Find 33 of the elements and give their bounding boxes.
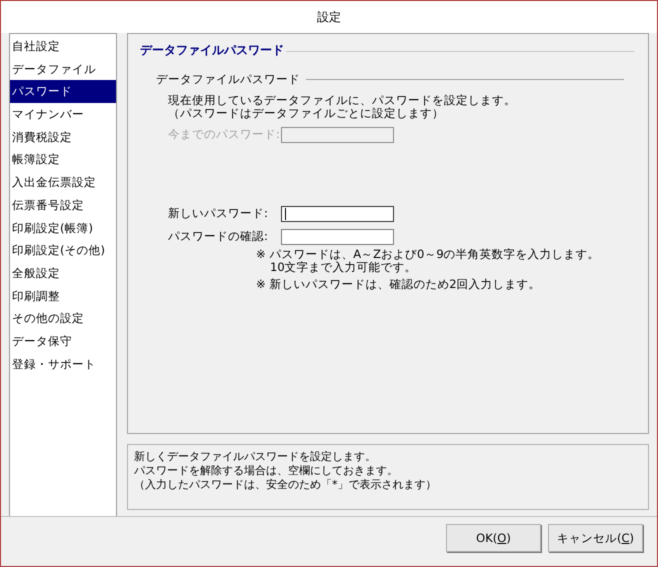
sidebar-item[interactable]: データファイル: [10, 58, 116, 80]
field-label: 新しいパスワード:: [168, 206, 269, 221]
input-field[interactable]: [281, 206, 394, 222]
info-text: パスワードを解除する場合は、空欄にしておきます。: [134, 464, 399, 478]
sidebar-item[interactable]: データ保守: [10, 330, 116, 353]
description-text: （パスワードはデータファイルごとに設定します）: [168, 107, 445, 120]
sidebar-item[interactable]: マイナンバー: [10, 103, 116, 126]
note-text: ※ パスワードは、A～Zおよび0～9の半角英数字を入力します。: [256, 248, 601, 261]
sidebar-item[interactable]: 伝票番号設定: [10, 194, 116, 216]
dialog-button[interactable]: キャンセル(C): [548, 524, 643, 552]
note-text: 10文字まで入力可能です。: [269, 261, 418, 274]
window-title: 設定: [317, 8, 341, 26]
description-text: 現在使用しているデータファイルに、パスワードを設定します。: [168, 94, 517, 107]
info-text: 新しくデータファイルパスワードを設定します。: [134, 450, 377, 464]
section-title: データファイルパスワード: [156, 72, 300, 87]
sidebar-item[interactable]: その他の設定: [10, 307, 116, 330]
field-label: 今までのパスワード:: [168, 127, 281, 142]
info-text: （入力したパスワードは、安全のため「*」で表示されます）: [134, 478, 438, 492]
sidebar-item[interactable]: 印刷調整: [10, 284, 116, 308]
sidebar-item[interactable]: 消費税設定: [10, 126, 116, 148]
sidebar-item[interactable]: 登録・サポート: [10, 352, 116, 376]
sidebar-item[interactable]: 印刷設定(帳簿): [10, 216, 116, 240]
sidebar-item[interactable]: 印刷設定(その他): [10, 239, 116, 262]
sidebar-item[interactable]: 自社設定: [10, 35, 116, 58]
panel-title: データファイルパスワード: [138, 42, 286, 58]
sidebar-item[interactable]: 全般設定: [10, 262, 116, 285]
dialog-button[interactable]: OK(O): [446, 524, 541, 552]
input-field[interactable]: [281, 228, 394, 244]
note-text: ※ 新しいパスワードは、確認のため2回入力します。: [256, 278, 542, 291]
sidebar-item[interactable]: パスワード: [10, 80, 116, 104]
sidebar-item[interactable]: 入出金伝票設定: [10, 171, 116, 194]
field-label: パスワードの確認:: [168, 229, 269, 244]
sidebar-item[interactable]: 帳簿設定: [10, 148, 116, 172]
